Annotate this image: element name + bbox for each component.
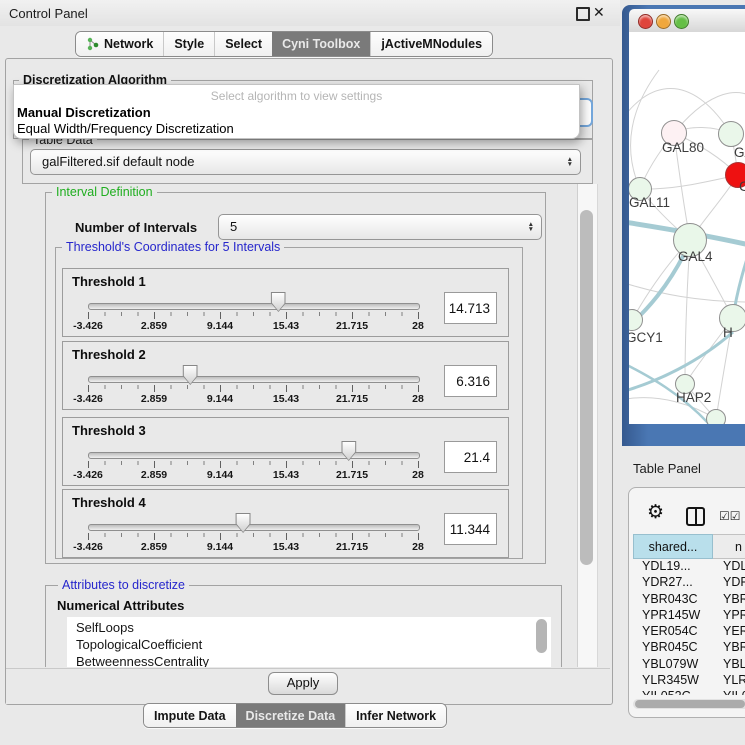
panel-scrollbar-thumb[interactable] <box>580 210 593 565</box>
screen: Control Panel ✕ Network Style Select Cyn… <box>0 0 745 745</box>
control-panel-titlebar <box>0 0 620 26</box>
number-of-intervals-label: Number of Intervals <box>75 220 197 235</box>
close-traffic-light[interactable] <box>638 14 653 29</box>
table-row[interactable]: YPR145WYPR1 <box>633 608 745 624</box>
tab-jactivemnodules[interactable]: jActiveMNodules <box>370 32 492 56</box>
tab-style[interactable]: Style <box>163 32 214 56</box>
table-panel-title: Table Panel <box>633 461 701 476</box>
table-hscrollbar-track[interactable] <box>633 699 745 709</box>
threshold-2-row: Threshold 2 -3.426 2.859 9.144 15.43 21.… <box>62 341 509 410</box>
threshold-3-slider-thumb[interactable] <box>341 441 356 461</box>
tab-discretize-data[interactable]: Discretize Data <box>236 704 346 727</box>
gear-icon[interactable]: ⚙ <box>647 501 664 524</box>
settings-scroll-viewport: Interval Definition Number of Intervals … <box>8 184 600 667</box>
minimize-traffic-light[interactable] <box>656 14 671 29</box>
network-window-titlebar[interactable] <box>629 9 745 32</box>
threshold-4-value-field[interactable]: 11.344 <box>444 513 497 545</box>
tab-impute-data[interactable]: Impute Data <box>144 704 236 727</box>
number-of-intervals-value: 5 <box>230 215 237 239</box>
table-row[interactable]: YBR043CYBR0 <box>633 592 745 608</box>
control-panel-title: Control Panel <box>9 6 88 21</box>
column-header-name[interactable]: n <box>713 534 745 559</box>
table-row[interactable]: YER054CYER0 <box>633 624 745 640</box>
interval-definition-title: Interval Definition <box>52 185 157 199</box>
list-item[interactable]: SelfLoops <box>76 620 134 635</box>
split-columns-icon[interactable] <box>686 507 705 526</box>
tab-select[interactable]: Select <box>214 32 272 56</box>
float-window-icon[interactable] <box>576 7 590 21</box>
spinner-arrows-icon: ▲▼ <box>567 157 573 167</box>
close-icon[interactable]: ✕ <box>593 4 605 21</box>
column-checkboxes-icon[interactable]: ☑☑ <box>719 509 741 523</box>
node-label: GAL80 <box>662 140 704 155</box>
table-hscrollbar-thumb[interactable] <box>635 700 745 708</box>
node-label: C <box>739 179 745 194</box>
algorithm-option-equal-width[interactable]: Equal Width/Frequency Discretization <box>17 121 234 136</box>
numerical-attributes-label: Numerical Attributes <box>57 598 184 613</box>
table-row[interactable]: YBR045CYBR0 <box>633 640 745 656</box>
threshold-3-row: Threshold 3 -3.426 2.859 9.144 15.43 21.… <box>62 417 509 486</box>
table-row[interactable]: YBL079WYBL0 <box>633 657 745 673</box>
tab-network-label: Network <box>104 37 153 51</box>
table-panel: ⚙ ☑☑ shared... n YDL19...YDL1 YDR27...YD… <box>628 487 745 718</box>
attributes-group-title: Attributes to discretize <box>58 578 189 592</box>
table-row[interactable]: YIL052CYIL0 <box>633 689 745 695</box>
list-scrollbar-thumb[interactable] <box>536 619 547 653</box>
list-item[interactable]: TopologicalCoefficient <box>76 637 202 652</box>
apply-button[interactable]: Apply <box>268 672 338 695</box>
node-label: GAL4 <box>678 249 713 264</box>
zoom-traffic-light[interactable] <box>674 14 689 29</box>
cyni-bottom-tabbar: Impute Data Discretize Data Infer Networ… <box>143 703 447 728</box>
table-row[interactable]: YDR27...YDR2 <box>633 575 745 591</box>
spinner-arrows-icon: ▲▼ <box>528 222 534 232</box>
threshold-3-value-field[interactable]: 21.4 <box>444 441 497 473</box>
table-row[interactable]: YDL19...YDL1 <box>633 559 745 575</box>
node-label: GA <box>734 145 745 160</box>
table-body[interactable]: YDL19...YDL1 YDR27...YDR2 YBR043CYBR0 YP… <box>633 559 745 695</box>
thresholds-group-title: Threshold's Coordinates for 5 Intervals <box>62 240 284 254</box>
node-label: GCY1 <box>629 330 663 345</box>
algorithm-dropdown-popup: Select algorithm to view settings Manual… <box>13 84 580 139</box>
table-row[interactable]: YLR345WYLR3 <box>633 673 745 689</box>
network-canvas[interactable]: GAL80 GA C GAL11 GAL4 GCY1 H HAP2 <box>629 32 745 424</box>
algorithm-popup-hint: Select algorithm to view settings <box>14 89 579 103</box>
threshold-2-value-field[interactable]: 6.316 <box>444 365 497 397</box>
table-data-combobox[interactable]: galFiltered.sif default node ▲▼ <box>30 149 581 175</box>
node-label: GAL11 <box>629 195 670 210</box>
column-header-shared[interactable]: shared... <box>633 534 713 559</box>
node-label: HAP2 <box>676 390 711 405</box>
table-data-combobox-value: galFiltered.sif default node <box>42 150 194 174</box>
node-label: H <box>723 325 733 340</box>
tab-network[interactable]: Network <box>76 32 163 56</box>
node-top-right[interactable] <box>718 121 744 147</box>
number-of-intervals-combobox[interactable]: 5 ▲▼ <box>218 214 542 240</box>
threshold-1-value-field[interactable]: 14.713 <box>444 292 497 324</box>
threshold-4-row: Threshold 4 -3.426 2.859 9.144 15.43 21.… <box>62 489 509 558</box>
threshold-4-slider-thumb[interactable] <box>236 513 251 533</box>
network-view-window[interactable]: GAL80 GA C GAL11 GAL4 GCY1 H HAP2 <box>622 5 745 446</box>
threshold-2-slider-thumb[interactable] <box>183 365 198 385</box>
tab-cyni-toolbox[interactable]: Cyni Toolbox <box>272 32 370 56</box>
node-bottom-partial[interactable] <box>706 409 726 424</box>
threshold-1-slider-thumb[interactable] <box>271 292 286 312</box>
network-icon <box>86 37 99 51</box>
table-header-row: shared... n <box>633 534 745 559</box>
threshold-1-row: Threshold 1 -3.426 2.859 9.144 15.43 21.… <box>62 268 509 337</box>
numerical-attributes-list[interactable]: SelfLoops TopologicalCoefficient Between… <box>67 617 551 667</box>
algorithm-option-manual[interactable]: Manual Discretization <box>17 105 151 120</box>
control-panel-tabbar: Network Style Select Cyni Toolbox jActiv… <box>75 31 493 57</box>
tab-infer-network[interactable]: Infer Network <box>345 704 446 727</box>
list-item[interactable]: BetweennessCentrality <box>76 654 209 667</box>
